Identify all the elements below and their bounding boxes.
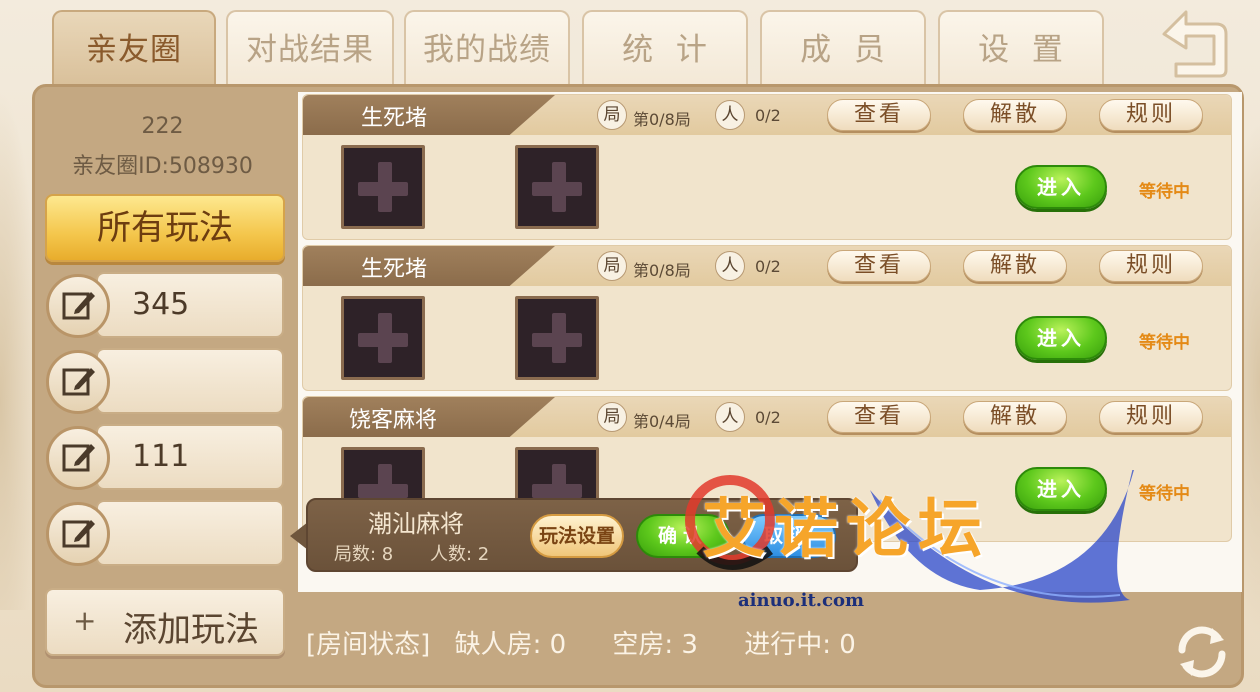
round-icon: 局 bbox=[597, 100, 627, 130]
add-mode-button[interactable]: + 添加玩法 bbox=[45, 588, 285, 656]
dismiss-button[interactable]: 解散 bbox=[963, 250, 1067, 282]
people-icon: 人 bbox=[715, 251, 745, 281]
view-button[interactable]: 查看 bbox=[827, 99, 931, 131]
mode-label bbox=[96, 348, 284, 414]
tab-statistics[interactable]: 统 计 bbox=[582, 10, 748, 86]
mode-item[interactable] bbox=[46, 346, 286, 416]
plus-icon: + bbox=[73, 604, 97, 637]
mode-item[interactable]: 111 bbox=[46, 422, 286, 492]
round-icon: 局 bbox=[597, 251, 627, 281]
room-name: 饶客麻将 bbox=[349, 408, 438, 433]
edit-icon[interactable] bbox=[46, 426, 110, 490]
round-count: 第0/8局 bbox=[633, 110, 691, 129]
playing-room-count: 进行中: 0 bbox=[744, 630, 856, 660]
add-mode-label: 添加玩法 bbox=[123, 610, 259, 650]
edit-icon[interactable] bbox=[46, 502, 110, 566]
room-card: 生死堵 局 第0/8局 人 0/2 查看 解散 规则 进入 等待中 bbox=[302, 94, 1232, 240]
popup-rounds: 局数: 8 bbox=[334, 544, 394, 565]
room-header: 生死堵 局 第0/8局 人 0/2 查看 解散 规则 bbox=[303, 246, 1231, 286]
mode-item[interactable]: 345 bbox=[46, 270, 286, 340]
rules-button[interactable]: 规则 bbox=[1099, 250, 1203, 282]
tab-friends-circle[interactable]: 亲友圈 bbox=[52, 10, 216, 86]
popup-players: 人数: 2 bbox=[430, 544, 490, 565]
empty-seat[interactable] bbox=[515, 145, 599, 229]
rules-button[interactable]: 规则 bbox=[1099, 401, 1203, 433]
status-badge: 等待中 bbox=[1139, 182, 1190, 202]
view-button[interactable]: 查看 bbox=[827, 401, 931, 433]
view-button[interactable]: 查看 bbox=[827, 250, 931, 282]
watermark-text: 艾诺论坛 bbox=[702, 493, 990, 567]
room-name: 生死堵 bbox=[361, 257, 428, 282]
tab-members[interactable]: 成 员 bbox=[760, 10, 926, 86]
edit-icon[interactable] bbox=[46, 350, 110, 414]
status-badge: 等待中 bbox=[1139, 333, 1190, 353]
people-icon: 人 bbox=[715, 100, 745, 130]
room-name: 生死堵 bbox=[361, 106, 428, 131]
watermark-url: ainuo.it.com bbox=[738, 590, 865, 611]
room-header: 饶客麻将 局 第0/4局 人 0/2 查看 解散 规则 bbox=[303, 397, 1231, 437]
empty-seat[interactable] bbox=[341, 296, 425, 380]
mode-label: 345 bbox=[96, 272, 284, 338]
tab-my-record[interactable]: 我的战绩 bbox=[404, 10, 570, 86]
tab-settings[interactable]: 设 置 bbox=[938, 10, 1104, 86]
enter-button[interactable]: 进入 bbox=[1015, 316, 1107, 360]
people-count: 0/2 bbox=[755, 106, 781, 125]
enter-button[interactable]: 进入 bbox=[1015, 165, 1107, 209]
people-count: 0/2 bbox=[755, 408, 781, 427]
people-count: 0/2 bbox=[755, 257, 781, 276]
edit-icon[interactable] bbox=[46, 274, 110, 338]
empty-seat[interactable] bbox=[341, 145, 425, 229]
dismiss-button[interactable]: 解散 bbox=[963, 401, 1067, 433]
empty-room-count: 空房: 3 bbox=[612, 630, 698, 660]
status-label: [房间状态] bbox=[306, 630, 431, 660]
room-header: 生死堵 局 第0/8局 人 0/2 查看 解散 规则 bbox=[303, 95, 1231, 135]
circle-name: 222 bbox=[141, 114, 184, 139]
room-name-tab bbox=[303, 95, 555, 135]
people-icon: 人 bbox=[715, 402, 745, 432]
room-card: 生死堵 局 第0/8局 人 0/2 查看 解散 规则 进入 等待中 bbox=[302, 245, 1232, 391]
circle-id: 亲友圈ID:508930 bbox=[72, 154, 253, 179]
short-room-count: 缺人房: 0 bbox=[454, 630, 567, 660]
dismiss-button[interactable]: 解散 bbox=[963, 99, 1067, 131]
all-modes-button[interactable]: 所有玩法 bbox=[45, 194, 285, 262]
mode-item[interactable] bbox=[46, 498, 286, 568]
room-name-tab bbox=[303, 246, 555, 286]
round-count: 第0/8局 bbox=[633, 261, 691, 280]
popup-title: 潮汕麻将 bbox=[368, 510, 464, 538]
tab-battle-results[interactable]: 对战结果 bbox=[226, 10, 394, 86]
round-icon: 局 bbox=[597, 402, 627, 432]
mode-setting-button[interactable]: 玩法设置 bbox=[530, 514, 624, 558]
back-arrow-icon[interactable] bbox=[1146, 4, 1230, 80]
mode-label: 111 bbox=[96, 424, 284, 490]
round-count: 第0/4局 bbox=[633, 412, 691, 431]
mode-label bbox=[96, 500, 284, 566]
rules-button[interactable]: 规则 bbox=[1099, 99, 1203, 131]
empty-seat[interactable] bbox=[515, 296, 599, 380]
